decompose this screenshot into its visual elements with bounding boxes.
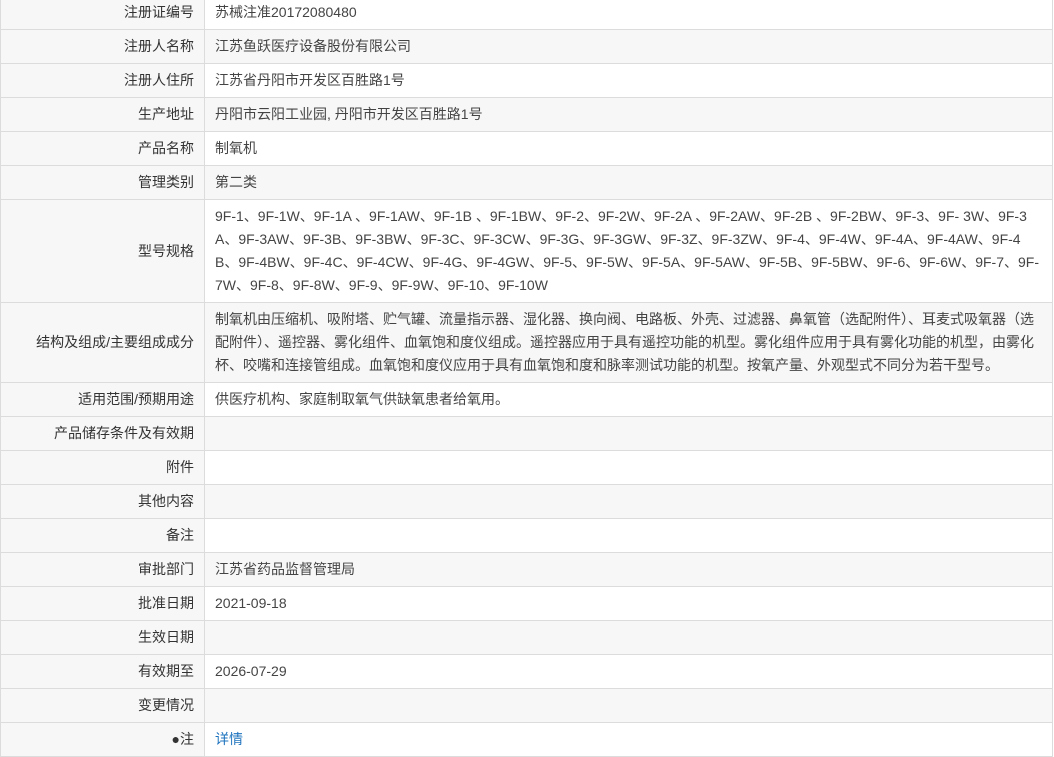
value-attachment bbox=[204, 450, 1053, 485]
value-registrant-address: 江苏省丹阳市开发区百胜路1号 bbox=[204, 63, 1053, 98]
row-intended-use: 适用范围/预期用途 供医疗机构、家庭制取氧气供缺氧患者给氧用。 bbox=[0, 382, 1053, 417]
value-approval-dept: 江苏省药品监督管理局 bbox=[204, 552, 1053, 587]
label-note: ●注 bbox=[0, 722, 205, 757]
label-reg-no: 注册证编号 bbox=[0, 0, 205, 30]
row-remarks: 备注 bbox=[0, 518, 1053, 553]
label-effective-date: 生效日期 bbox=[0, 620, 205, 655]
row-approval-dept: 审批部门 江苏省药品监督管理局 bbox=[0, 552, 1053, 587]
label-intended-use: 适用范围/预期用途 bbox=[0, 382, 205, 417]
row-production-address: 生产地址 丹阳市云阳工业园, 丹阳市开发区百胜路1号 bbox=[0, 97, 1053, 132]
label-registrant-address: 注册人住所 bbox=[0, 63, 205, 98]
value-intended-use: 供医疗机构、家庭制取氧气供缺氧患者给氧用。 bbox=[204, 382, 1053, 417]
row-effective-date: 生效日期 bbox=[0, 620, 1053, 655]
value-note: 详情 bbox=[204, 722, 1053, 757]
value-production-address: 丹阳市云阳工业园, 丹阳市开发区百胜路1号 bbox=[204, 97, 1053, 132]
label-changes: 变更情况 bbox=[0, 688, 205, 723]
value-reg-no: 苏械注准20172080480 bbox=[204, 0, 1053, 30]
label-management-class: 管理类别 bbox=[0, 165, 205, 200]
value-approval-date: 2021-09-18 bbox=[204, 586, 1053, 621]
row-reg-no: 注册证编号 苏械注准20172080480 bbox=[0, 0, 1053, 30]
registration-details-table: 注册证编号 苏械注准20172080480 注册人名称 江苏鱼跃医疗设备股份有限… bbox=[0, 0, 1053, 757]
label-attachment: 附件 bbox=[0, 450, 205, 485]
value-structure: 制氧机由压缩机、吸附塔、贮气罐、流量指示器、湿化器、换向阀、电路板、外壳、过滤器… bbox=[204, 302, 1053, 383]
label-remarks: 备注 bbox=[0, 518, 205, 553]
value-management-class: 第二类 bbox=[204, 165, 1053, 200]
value-changes bbox=[204, 688, 1053, 723]
label-production-address: 生产地址 bbox=[0, 97, 205, 132]
row-approval-date: 批准日期 2021-09-18 bbox=[0, 586, 1053, 621]
label-approval-date: 批准日期 bbox=[0, 586, 205, 621]
value-model-spec: 9F-1、9F-1W、9F-1A 、9F-1AW、9F-1B 、9F-1BW、9… bbox=[204, 199, 1053, 303]
row-model-spec: 型号规格 9F-1、9F-1W、9F-1A 、9F-1AW、9F-1B 、9F-… bbox=[0, 199, 1053, 303]
label-other: 其他内容 bbox=[0, 484, 205, 519]
label-model-spec: 型号规格 bbox=[0, 199, 205, 303]
row-registrant-address: 注册人住所 江苏省丹阳市开发区百胜路1号 bbox=[0, 63, 1053, 98]
label-valid-until: 有效期至 bbox=[0, 654, 205, 689]
value-other bbox=[204, 484, 1053, 519]
details-link[interactable]: 详情 bbox=[215, 731, 243, 747]
label-product-name: 产品名称 bbox=[0, 131, 205, 166]
row-registrant-name: 注册人名称 江苏鱼跃医疗设备股份有限公司 bbox=[0, 29, 1053, 64]
label-storage: 产品储存条件及有效期 bbox=[0, 416, 205, 451]
row-changes: 变更情况 bbox=[0, 688, 1053, 723]
value-remarks bbox=[204, 518, 1053, 553]
row-note: ●注 详情 bbox=[0, 722, 1053, 757]
row-management-class: 管理类别 第二类 bbox=[0, 165, 1053, 200]
row-valid-until: 有效期至 2026-07-29 bbox=[0, 654, 1053, 689]
label-approval-dept: 审批部门 bbox=[0, 552, 205, 587]
label-structure: 结构及组成/主要组成成分 bbox=[0, 302, 205, 383]
value-valid-until: 2026-07-29 bbox=[204, 654, 1053, 689]
row-structure: 结构及组成/主要组成成分 制氧机由压缩机、吸附塔、贮气罐、流量指示器、湿化器、换… bbox=[0, 302, 1053, 383]
row-other: 其他内容 bbox=[0, 484, 1053, 519]
label-registrant-name: 注册人名称 bbox=[0, 29, 205, 64]
value-registrant-name: 江苏鱼跃医疗设备股份有限公司 bbox=[204, 29, 1053, 64]
value-effective-date bbox=[204, 620, 1053, 655]
row-product-name: 产品名称 制氧机 bbox=[0, 131, 1053, 166]
row-storage: 产品储存条件及有效期 bbox=[0, 416, 1053, 451]
value-product-name: 制氧机 bbox=[204, 131, 1053, 166]
value-storage bbox=[204, 416, 1053, 451]
row-attachment: 附件 bbox=[0, 450, 1053, 485]
